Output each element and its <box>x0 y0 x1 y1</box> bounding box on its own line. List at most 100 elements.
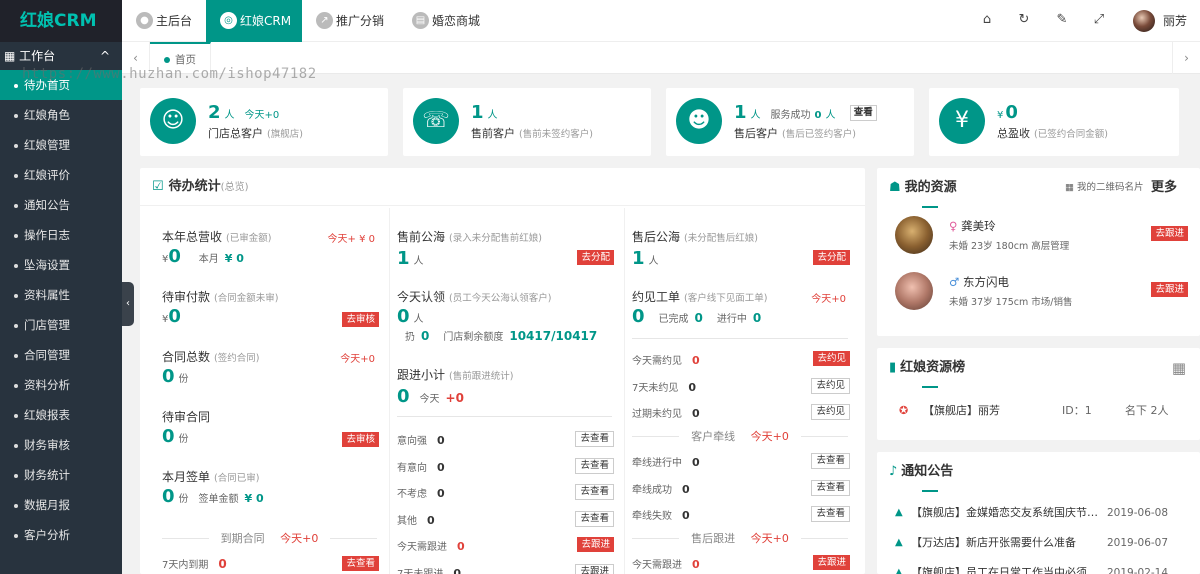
follow-up-button[interactable]: 去跟进 <box>1151 282 1188 297</box>
notice-title[interactable]: 【旗舰店】员工在日常工作当中必须遵守的规定 <box>911 560 1105 574</box>
home-icon[interactable]: ⌂ <box>979 12 995 27</box>
page-tab-label: 首页 <box>175 54 196 66</box>
sidebar-item[interactable]: 操作日志 <box>0 220 122 250</box>
tabs-next-button[interactable]: › <box>1172 42 1200 74</box>
view-success-button[interactable]: 查看 <box>849 105 877 121</box>
list-value: 0 <box>453 567 462 574</box>
sidebar-item[interactable]: 红娘评价 <box>0 160 122 190</box>
follow-up-button[interactable]: 去跟进 <box>1151 226 1188 241</box>
nav-tab-main-backend[interactable]: ● 主后台 <box>122 0 206 42</box>
todo-column-finance: 本年总营收 (已审金额) 今天+ ¥ 0 ¥0 本月 ¥ 0 待审付款 (合同金额未审… <box>150 208 390 574</box>
review-contract-button[interactable]: 去审核 <box>342 432 379 447</box>
sidebar-item[interactable]: 资料属性 <box>0 280 122 310</box>
list-action-button[interactable]: 去约见 <box>813 351 850 366</box>
sidebar-group-label: 工作台 <box>19 49 56 63</box>
notice-item[interactable]: ▲ 【旗舰店】金媒婚恋交友系统国庆节放假通知2019-06-08 <box>877 500 1200 526</box>
sidebar-item-label: 门店管理 <box>24 318 70 332</box>
ranking-id: ID：1 <box>1062 404 1092 417</box>
appointment-value: 0 已完成 0 进行中 0 <box>632 306 762 327</box>
notices-header: ♪ 通知公告 <box>877 452 1200 492</box>
nav-tab-mall[interactable]: ▤ 婚恋商城 <box>398 0 494 42</box>
nav-tab-label: 主后台 <box>156 14 193 28</box>
medal-icon: ✪ <box>899 404 909 417</box>
todo-column-aftersale: 售后公海 (未分配售后红娘) 1人 去分配 约见工单 (客户线下见面工单) 今天+0 … <box>620 208 860 574</box>
sidebar-item[interactable]: 红娘报表 <box>0 400 122 430</box>
list-action-button[interactable]: 去跟进 <box>577 537 614 553</box>
sidebar-item[interactable]: 财务统计 <box>0 460 122 490</box>
sidebar-item[interactable]: 通知公告 <box>0 190 122 220</box>
notice-item[interactable]: ▲ 【旗舰店】员工在日常工作当中必须遵守的规定2019-02-14 <box>877 560 1200 574</box>
sidebar: 红娘CRM ▦ 工作台 ^ 待办首页 红娘角色 红娘管理 红娘评价 通知公告 操作日志 坠海… <box>0 0 122 574</box>
sidebar-item[interactable]: 合同管理 <box>0 340 122 370</box>
notice-title[interactable]: 【旗舰店】金媒婚恋交友系统国庆节放假通知 <box>911 500 1105 526</box>
view-due-button[interactable]: 去查看 <box>342 556 379 571</box>
nav-tab-promotion[interactable]: ↗ 推广分销 <box>302 0 398 42</box>
more-link[interactable]: 更多 <box>1151 168 1177 208</box>
list-value: 0 <box>682 482 690 496</box>
stat-label: 售后客户 (售后已签约客户) <box>734 127 856 140</box>
list-action-button[interactable]: 去查看 <box>811 506 850 522</box>
avatar[interactable] <box>895 216 933 254</box>
divider-label: 客户牵线 <box>685 430 742 443</box>
refresh-icon[interactable]: ↻ <box>1016 12 1032 27</box>
avatar[interactable] <box>895 272 933 310</box>
active-dot-icon <box>164 57 170 63</box>
sidebar-item[interactable]: 坠海设置 <box>0 250 122 280</box>
sidebar-item-label: 坠海设置 <box>24 258 70 272</box>
review-payment-button[interactable]: 去审核 <box>342 312 379 327</box>
followup-value: 0 今天 +0 <box>397 386 464 407</box>
top-nav: ● 主后台 ◎ 红娘CRM ↗ 推广分销 ▤ 婚恋商城 ⌂ ↻ ✎ ⤢ 丽芳 <box>122 0 1200 42</box>
stat-value: 1人 <box>471 102 498 123</box>
list-action-button[interactable]: 去约见 <box>811 377 850 394</box>
sidebar-item[interactable]: 红娘管理 <box>0 130 122 160</box>
list-value: 0 <box>692 456 700 469</box>
list-action-button[interactable]: 去查看 <box>575 457 614 474</box>
theme-icon[interactable]: ✎ <box>1054 12 1070 27</box>
app-logo[interactable]: 红娘CRM <box>0 0 122 42</box>
resource-name[interactable]: ♂ 东方闪电 <box>949 274 1009 290</box>
today-claim-row: 今天认领 (员工今天公海认领客户) <box>397 290 552 304</box>
list-label: 不考虑 <box>397 489 427 501</box>
nav-tab-crm[interactable]: ◎ 红娘CRM <box>206 0 302 42</box>
list-action-button[interactable]: 去查看 <box>575 431 614 447</box>
female-icon: ♀ <box>949 219 958 233</box>
nav-tab-label: 推广分销 <box>336 14 385 28</box>
qrcode-icon[interactable]: ▦ <box>1172 348 1186 388</box>
divider-today: 今天+0 <box>744 430 795 443</box>
user-avatar[interactable] <box>1133 10 1155 32</box>
notice-title[interactable]: 【万达店】新店开张需要什么准备 <box>911 530 1105 556</box>
claim-detail: 扔 0 门店剩余额度 10417/10417 <box>405 329 598 343</box>
sidebar-item[interactable]: 门店管理 <box>0 310 122 340</box>
bullet-icon <box>14 533 18 538</box>
bullet-icon <box>14 293 18 298</box>
list-action-button[interactable]: 去查看 <box>575 484 614 501</box>
qr-card-link[interactable]: ▦ 我的二维码名片 <box>1065 168 1144 208</box>
calendar-icon: ☑ <box>152 179 164 194</box>
divider <box>397 416 612 417</box>
list-action-button[interactable]: 去查看 <box>575 510 614 527</box>
user-name[interactable]: 丽芳 <box>1163 12 1187 29</box>
fullscreen-icon[interactable]: ⤢ <box>1091 12 1107 27</box>
list-action-button[interactable]: 去跟进 <box>575 564 614 574</box>
list-action-button[interactable]: 去查看 <box>811 479 850 496</box>
sidebar-item[interactable]: 资料分析 <box>0 370 122 400</box>
stat-label: 总盈收 (已签约合同金额) <box>997 127 1108 140</box>
sidebar-collapse-button[interactable]: ‹ <box>122 282 134 326</box>
assign-aftersale-button[interactable]: 去分配 <box>813 250 850 265</box>
assign-presale-button[interactable]: 去分配 <box>577 250 614 265</box>
list-action-button[interactable]: 去约见 <box>811 404 850 420</box>
list-action-button[interactable]: 去查看 <box>811 453 850 469</box>
month-sign-row: 本月签单 (合同已审) <box>162 470 260 484</box>
sidebar-item[interactable]: 数据月报 <box>0 490 122 520</box>
notice-item[interactable]: ▲ 【万达店】新店开张需要什么准备 2019-06-07 <box>877 530 1200 556</box>
list-action-button[interactable]: 去跟进 <box>813 555 850 570</box>
bullet-icon <box>14 83 18 88</box>
ranking-header: ▮ 红娘资源榜 ▦ <box>877 348 1200 388</box>
sidebar-item[interactable]: 客户分析 <box>0 520 122 550</box>
ranking-panel: ▮ 红娘资源榜 ▦ ✪ 【旗舰店】丽芳 ID：1 名下 2人 <box>877 348 1200 440</box>
sidebar-item[interactable]: 红娘角色 <box>0 100 122 130</box>
resource-name[interactable]: ♀ 龚美玲 <box>949 218 996 234</box>
shop-icon: ▤ <box>412 12 429 29</box>
sidebar-item[interactable]: 财务审核 <box>0 430 122 460</box>
notice-date: 2019-06-08 <box>1107 507 1169 519</box>
